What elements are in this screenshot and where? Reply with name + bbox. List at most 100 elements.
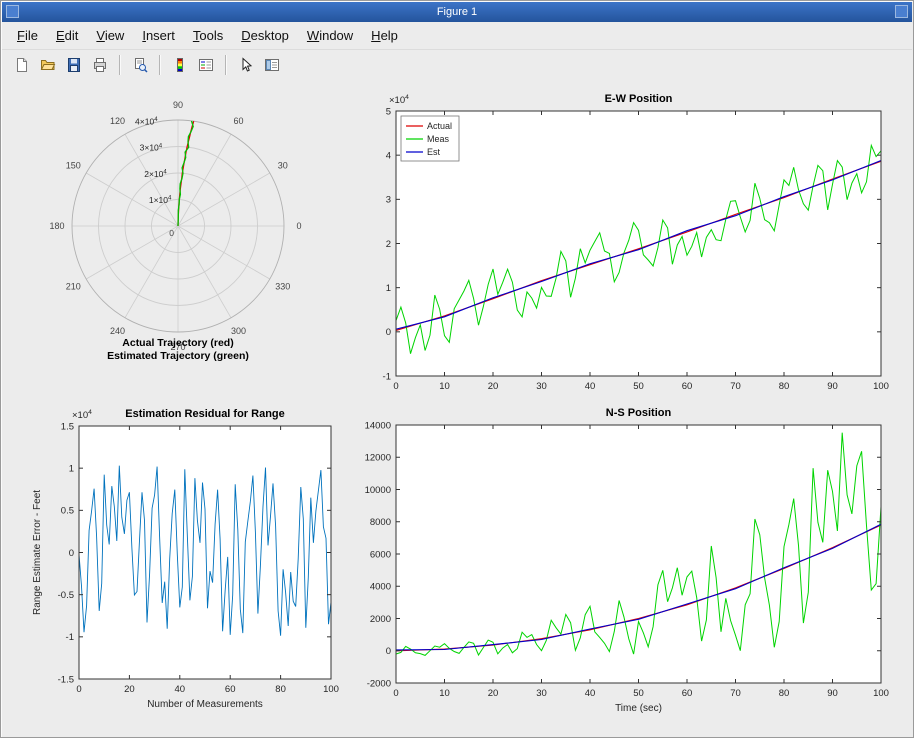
svg-text:180: 180 — [49, 221, 64, 231]
svg-text:4000: 4000 — [370, 582, 391, 593]
pointer-button[interactable] — [233, 53, 259, 77]
svg-text:20: 20 — [488, 381, 499, 392]
trajectory-polar-plot: 030609012015018021024027030033001×1042×1… — [26, 94, 346, 384]
save-icon — [66, 57, 82, 73]
menu-file[interactable]: File — [8, 24, 47, 47]
save-button[interactable] — [61, 53, 87, 77]
svg-text:Range Estimate Error - Feet: Range Estimate Error - Feet — [32, 490, 43, 615]
figure-toolbar — [2, 49, 912, 80]
svg-text:70: 70 — [730, 381, 741, 392]
print-icon — [92, 57, 108, 73]
svg-text:Time (sec): Time (sec) — [615, 703, 662, 714]
svg-text:100: 100 — [323, 684, 339, 695]
new-file-button[interactable] — [9, 53, 35, 77]
menu-file-label: ile — [25, 28, 38, 43]
svg-text:240: 240 — [110, 326, 125, 336]
svg-text:-2000: -2000 — [367, 678, 391, 689]
insert-colorbar-button[interactable] — [167, 53, 193, 77]
menu-view[interactable]: View — [87, 24, 133, 47]
svg-text:0: 0 — [69, 548, 74, 559]
svg-text:0: 0 — [386, 327, 391, 338]
svg-text:10000: 10000 — [365, 485, 391, 496]
svg-text:-0.5: -0.5 — [58, 590, 74, 601]
svg-text:60: 60 — [682, 688, 693, 699]
svg-text:90: 90 — [827, 381, 838, 392]
menu-help-mnemonic: H — [371, 28, 380, 43]
svg-text:2000: 2000 — [370, 614, 391, 625]
svg-text:70: 70 — [730, 688, 741, 699]
menu-help[interactable]: Help — [362, 24, 407, 47]
svg-text:3×104: 3×104 — [140, 142, 163, 152]
open-file-button[interactable] — [35, 53, 61, 77]
toolbar-separator — [225, 55, 227, 75]
print-preview-button[interactable] — [127, 53, 153, 77]
insert-legend-icon — [198, 57, 214, 73]
svg-text:50: 50 — [633, 688, 644, 699]
menu-edit[interactable]: Edit — [47, 24, 87, 47]
svg-text:120: 120 — [110, 116, 125, 126]
svg-text:1: 1 — [69, 464, 74, 475]
menu-desktop-label: esktop — [251, 28, 289, 43]
svg-text:2×104: 2×104 — [144, 168, 167, 178]
svg-text:0: 0 — [393, 688, 398, 699]
window-corner-button[interactable] — [895, 5, 908, 18]
menu-window-label: indow — [319, 28, 353, 43]
window-menu-button[interactable] — [6, 5, 19, 18]
svg-text:10: 10 — [439, 688, 450, 699]
svg-text:Estimation Residual for Range: Estimation Residual for Range — [125, 408, 285, 420]
toolbar-separator — [119, 55, 121, 75]
menu-edit-mnemonic: E — [56, 28, 65, 43]
svg-text:Actual: Actual — [427, 121, 452, 131]
svg-text:1×104: 1×104 — [149, 195, 172, 205]
svg-text:Estimated Trajectory (green): Estimated Trajectory (green) — [107, 350, 249, 362]
svg-text:30: 30 — [536, 381, 547, 392]
svg-text:1: 1 — [386, 283, 391, 294]
svg-text:12000: 12000 — [365, 453, 391, 464]
svg-text:Number of Measurements: Number of Measurements — [147, 699, 263, 710]
svg-text:100: 100 — [873, 688, 889, 699]
svg-text:150: 150 — [66, 161, 81, 171]
menu-tools[interactable]: Tools — [184, 24, 232, 47]
svg-text:20: 20 — [488, 688, 499, 699]
menu-help-label: elp — [381, 28, 398, 43]
svg-text:×104: ×104 — [72, 409, 92, 421]
svg-text:60: 60 — [225, 684, 236, 695]
svg-text:0: 0 — [393, 381, 398, 392]
menu-desktop-mnemonic: D — [241, 28, 250, 43]
menu-insert[interactable]: Insert — [133, 24, 184, 47]
insert-legend-button[interactable] — [193, 53, 219, 77]
open-file-icon — [40, 57, 56, 73]
svg-text:300: 300 — [231, 326, 246, 336]
menu-file-mnemonic: F — [17, 28, 25, 43]
menu-edit-label: dit — [65, 28, 79, 43]
svg-text:30: 30 — [536, 688, 547, 699]
svg-text:100: 100 — [873, 381, 889, 392]
svg-text:8000: 8000 — [370, 517, 391, 528]
plot-browser-button[interactable] — [259, 53, 285, 77]
svg-text:Actual Trajectory (red): Actual Trajectory (red) — [122, 337, 233, 349]
print-button[interactable] — [87, 53, 113, 77]
menu-desktop[interactable]: Desktop — [232, 24, 298, 47]
pointer-icon — [238, 57, 254, 73]
menu-window[interactable]: Window — [298, 24, 362, 47]
svg-text:-1.5: -1.5 — [58, 674, 74, 685]
svg-text:90: 90 — [827, 688, 838, 699]
svg-text:40: 40 — [175, 684, 186, 695]
svg-text:3: 3 — [386, 195, 391, 206]
svg-text:E-W Position: E-W Position — [605, 93, 673, 105]
svg-text:20: 20 — [124, 684, 135, 695]
insert-colorbar-icon — [172, 57, 188, 73]
svg-text:-1: -1 — [66, 632, 74, 643]
svg-text:×104: ×104 — [389, 94, 409, 106]
svg-text:80: 80 — [779, 381, 790, 392]
svg-text:2: 2 — [386, 239, 391, 250]
svg-text:0: 0 — [386, 646, 391, 657]
menu-insert-label: nsert — [146, 28, 175, 43]
ew-position-chart: 0102030405060708090100-1012345×104E-W Po… — [351, 85, 914, 402]
svg-text:6000: 6000 — [370, 549, 391, 560]
svg-text:40: 40 — [585, 688, 596, 699]
svg-text:5: 5 — [386, 106, 391, 117]
svg-text:210: 210 — [66, 282, 81, 292]
svg-text:14000: 14000 — [365, 420, 391, 431]
svg-text:N-S Position: N-S Position — [606, 407, 672, 419]
